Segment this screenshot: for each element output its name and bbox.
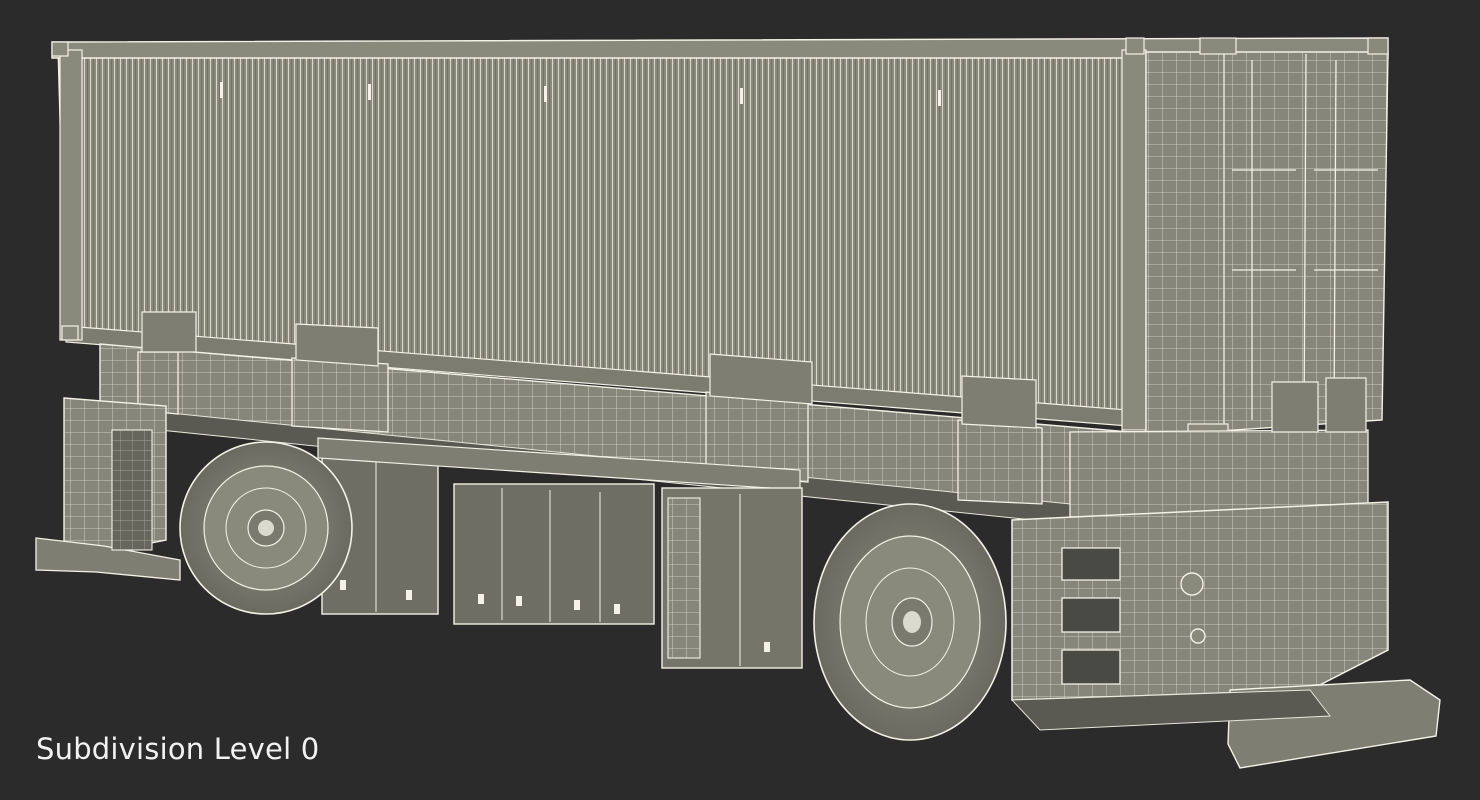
rear-vent: [1061, 597, 1121, 633]
container-mid-post: [1121, 49, 1147, 431]
container-guide: [957, 419, 1043, 505]
rear-light-icon: [1180, 572, 1204, 596]
container-corner-post-left: [59, 49, 83, 341]
front-wheel: [179, 441, 353, 615]
render-caption: Subdivision Level 0: [36, 732, 320, 766]
rear-wheel: [813, 503, 1007, 741]
control-panel: [667, 497, 701, 659]
render-viewport: Subdivision Level 0: [0, 0, 1480, 800]
rear-vent: [1061, 547, 1121, 581]
wireframe-model: [35, 37, 1441, 769]
rear-drive-unit: [1010, 501, 1441, 769]
container-guide: [291, 357, 389, 433]
emergency-stop-icon: [1190, 628, 1206, 644]
front-side-plate: [111, 429, 153, 551]
rear-vent: [1061, 649, 1121, 685]
equipment-boxes: [317, 437, 803, 669]
front-drive-unit: [35, 397, 181, 581]
